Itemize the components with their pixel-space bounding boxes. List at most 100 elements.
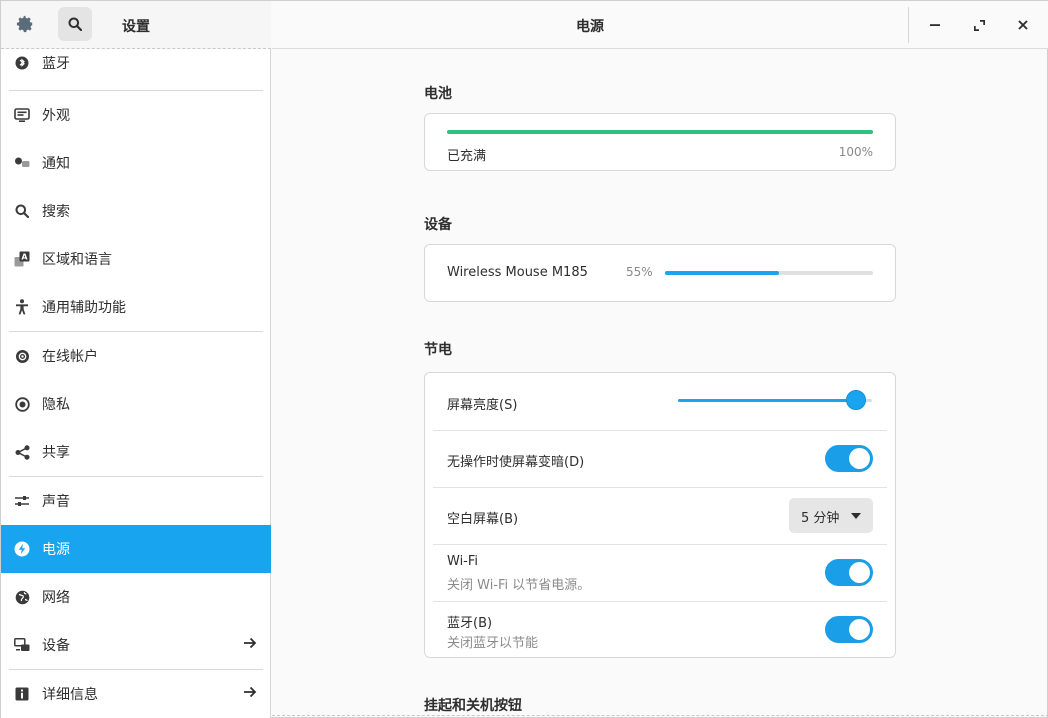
dim-screen-row: 无操作时使屏幕变暗(D) [425, 430, 895, 487]
battery-level-fill [447, 130, 873, 134]
sidebar-item-appearance[interactable]: 外观 [1, 91, 271, 139]
sidebar-title: 设置 [122, 19, 150, 35]
sidebar-item-search[interactable]: 搜索 [1, 187, 271, 235]
sidebar-item-label: 电源 [42, 542, 70, 558]
toggle-knob [849, 562, 870, 583]
search-icon [68, 17, 82, 31]
sidebar-item-label: 通用辅助功能 [42, 300, 126, 316]
header-separator [908, 7, 909, 43]
arrow-right-icon [243, 686, 257, 702]
arrow-right-icon [243, 637, 257, 653]
brightness-label: 屏幕亮度(S) [447, 398, 518, 413]
sound-icon [13, 492, 31, 510]
sidebar-item-bluetooth[interactable]: 蓝牙 [1, 43, 271, 83]
blank-screen-label: 空白屏幕(B) [447, 512, 519, 527]
battery-level-track [447, 130, 873, 134]
sidebar-item-accessibility[interactable]: 通用辅助功能 [1, 283, 271, 331]
gear-icon [16, 15, 33, 33]
suspend-section-title: 挂起和关机按钮 [424, 698, 522, 714]
sidebar-item-sharing[interactable]: 共享 [1, 428, 271, 476]
battery-section-title: 电池 [424, 86, 452, 102]
page-title: 电源 [576, 19, 604, 35]
close-button[interactable] [1010, 12, 1036, 38]
maximize-button[interactable] [966, 12, 992, 38]
sidebar-item-label: 区域和语言 [42, 252, 112, 268]
wifi-row: Wi-Fi 关闭 Wi-Fi 以节省电源。 [425, 544, 895, 601]
search-icon [13, 202, 31, 220]
toggle-knob [849, 619, 870, 640]
dropdown-arrow-icon [851, 513, 861, 519]
sidebar-item-label: 搜索 [42, 204, 70, 220]
sidebar-item-label: 隐私 [42, 397, 70, 413]
network-icon [13, 588, 31, 606]
wifi-label: Wi-Fi [447, 554, 479, 569]
close-icon [1018, 20, 1028, 30]
wifi-toggle[interactable] [825, 559, 873, 586]
device-name: Wireless Mouse M185 [447, 265, 588, 280]
sidebar-item-label: 设备 [42, 638, 70, 654]
bluetooth-row: 蓝牙(B) 关闭蓝牙以节能 [425, 601, 895, 658]
info-icon [13, 685, 31, 703]
blank-screen-value: 5 分钟 [801, 511, 840, 526]
sidebar-header: 设置 [1, 1, 271, 49]
sidebar-item-label: 在线帐户 [42, 349, 98, 365]
settings-window: 设置 蓝牙 外观 通知 搜索 A 区域和语言 通用辅助功能 在线帐户 隐私 共享… [0, 0, 1048, 718]
power-saving-card: 屏幕亮度(S) 无操作时使屏幕变暗(D) 空白屏幕(B) 5 分钟 Wi-Fi … [424, 372, 896, 658]
device-percent: 55% [626, 265, 653, 279]
bluetooth-icon [13, 54, 31, 72]
minimize-button[interactable] [922, 12, 948, 38]
sidebar-item-power[interactable]: 电源 [1, 525, 271, 573]
device-level-track [665, 271, 873, 275]
bluetooth-toggle[interactable] [825, 616, 873, 643]
battery-percent: 100% [838, 145, 873, 159]
sidebar-item-details[interactable]: 详细信息 [1, 670, 271, 718]
scroll-edge [272, 715, 1048, 716]
brightness-row: 屏幕亮度(S) [425, 373, 895, 430]
minimize-icon [930, 24, 940, 26]
monitor-icon [13, 106, 31, 124]
brightness-slider-fill [678, 399, 857, 402]
sidebar-item-devices[interactable]: 设备 [1, 621, 271, 669]
sidebar-item-label: 通知 [42, 156, 70, 172]
devices-card: Wireless Mouse M185 55% [424, 244, 896, 302]
brightness-slider-handle[interactable] [846, 390, 867, 410]
sidebar-item-privacy[interactable]: 隐私 [1, 380, 271, 428]
sidebar-item-online-accounts[interactable]: 在线帐户 [1, 332, 271, 380]
wifi-description: 关闭 Wi-Fi 以节省电源。 [447, 578, 591, 593]
sidebar-item-label: 蓝牙 [42, 56, 70, 72]
maximize-icon [973, 19, 985, 31]
sidebar-item-sound[interactable]: 声音 [1, 477, 271, 525]
sidebar-item-label: 详细信息 [42, 687, 98, 703]
notification-icon [13, 154, 31, 172]
blank-screen-row: 空白屏幕(B) 5 分钟 [425, 487, 895, 544]
devices-icon [13, 636, 31, 654]
privacy-icon [13, 395, 31, 413]
sidebar-item-label: 共享 [42, 445, 70, 461]
power-saving-section-title: 节电 [424, 342, 452, 358]
devices-section-title: 设备 [424, 217, 452, 233]
dim-screen-toggle[interactable] [825, 445, 873, 472]
accessibility-icon [13, 298, 31, 316]
sidebar-item-notifications[interactable]: 通知 [1, 139, 271, 187]
sidebar-item-label: 声音 [42, 494, 70, 510]
sidebar-item-region-language[interactable]: A 区域和语言 [1, 235, 271, 283]
sidebar-search-button[interactable] [58, 7, 92, 41]
language-icon: A [13, 250, 31, 268]
sidebar-item-network[interactable]: 网络 [1, 573, 271, 621]
toggle-knob [849, 448, 870, 469]
sidebar: 设置 蓝牙 外观 通知 搜索 A 区域和语言 通用辅助功能 在线帐户 隐私 共享… [1, 1, 271, 718]
battery-status: 已充满 [447, 149, 487, 164]
bluetooth-label: 蓝牙(B) [447, 616, 493, 631]
sidebar-item-label: 网络 [42, 590, 70, 606]
sidebar-item-label: 外观 [42, 108, 70, 124]
blank-screen-dropdown[interactable]: 5 分钟 [789, 498, 873, 533]
bluetooth-description: 关闭蓝牙以节能 [447, 636, 539, 651]
main-header: 电源 [272, 1, 1048, 49]
brightness-slider[interactable] [678, 390, 872, 410]
power-icon [13, 540, 31, 558]
battery-card: 已充满 100% [424, 113, 896, 171]
device-level-fill [665, 271, 780, 275]
dim-screen-label: 无操作时使屏幕变暗(D) [447, 455, 585, 470]
share-icon [13, 443, 31, 461]
settings-menu-button[interactable] [8, 7, 42, 41]
